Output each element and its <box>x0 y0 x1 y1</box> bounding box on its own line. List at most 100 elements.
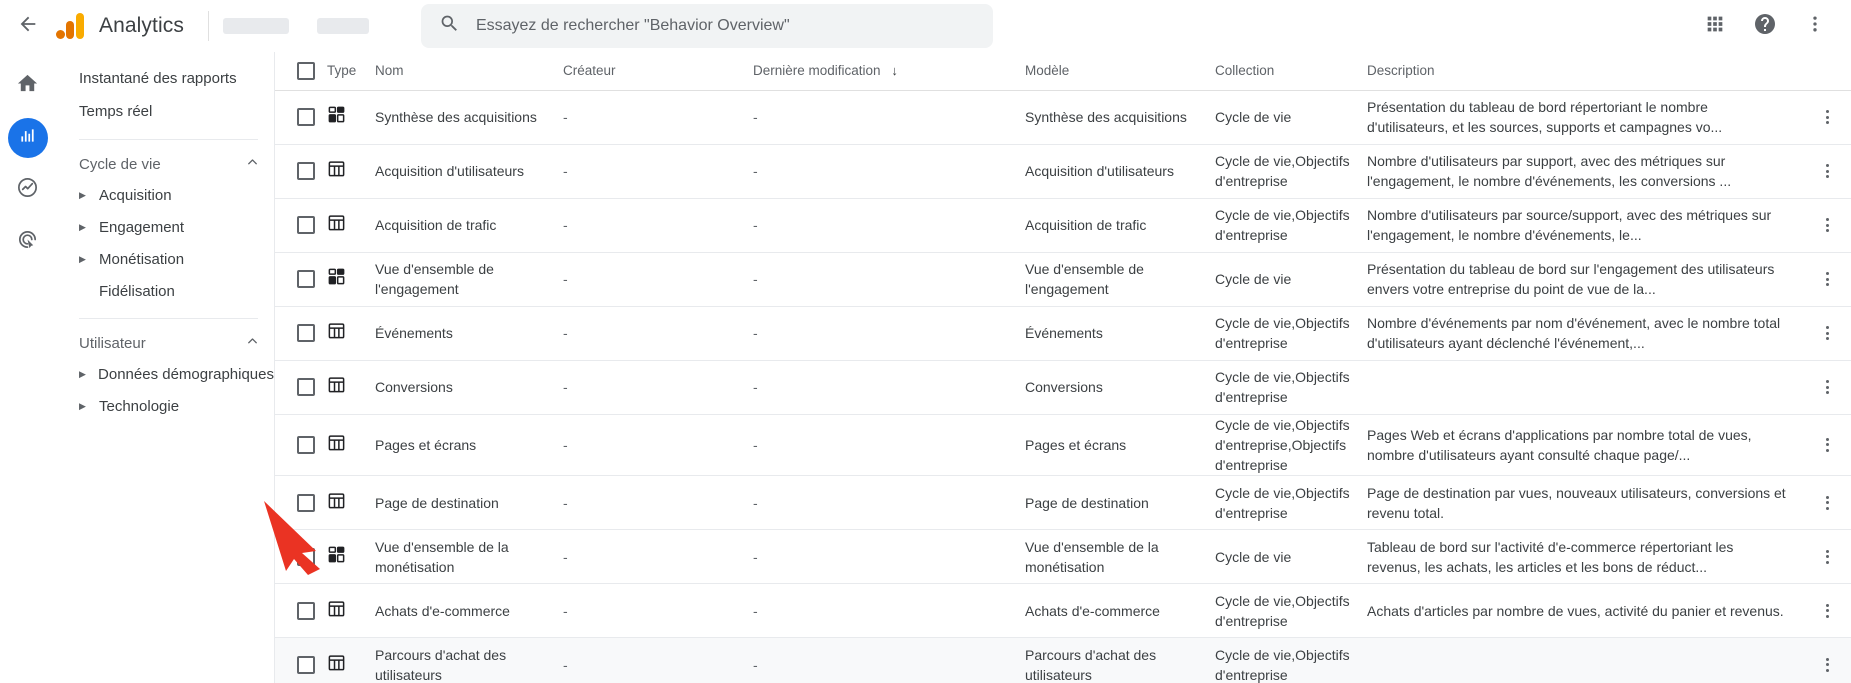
row-name-cell[interactable]: Acquisition de trafic <box>375 198 563 253</box>
row-name-cell[interactable]: Page de destination <box>375 475 563 531</box>
search-input[interactable] <box>475 17 975 35</box>
row-menu-button[interactable] <box>1811 429 1843 461</box>
row-menu-button[interactable] <box>1811 541 1843 573</box>
sidebar-item-fidelisation[interactable]: Fidélisation <box>56 275 274 307</box>
column-type[interactable]: Type <box>327 52 375 91</box>
row-collection-cell: Cycle de vie,Objectifs d'entreprise <box>1215 475 1367 531</box>
sidebar-item-acquisition[interactable]: ▶ Acquisition <box>56 179 274 211</box>
bar-chart-icon <box>17 125 38 151</box>
table-row[interactable]: Vue d'ensemble de la monétisation - - Vue d… <box>275 529 1851 585</box>
row-name-cell[interactable]: Conversions <box>375 360 563 415</box>
report-name: Acquisition d'utilisateurs <box>375 162 524 179</box>
row-checkbox[interactable] <box>297 435 315 454</box>
sidebar-item-engagement[interactable]: ▶ Engagement <box>56 211 274 243</box>
row-name-cell[interactable]: Synthèse des acquisitions <box>375 90 563 145</box>
report-creator: - <box>563 436 568 453</box>
property-name-redacted[interactable] <box>316 18 369 34</box>
row-description-cell: Page de destination par vues, nouveaux u… <box>1367 475 1803 531</box>
table-row[interactable]: Événements - - Événements Cycle de vie,Objec… <box>275 306 1851 361</box>
explore-icon <box>16 176 39 204</box>
row-menu-button[interactable] <box>1811 371 1843 403</box>
report-description: Nombre d'événements par nom d'événement,… <box>1367 314 1781 351</box>
row-checkbox[interactable] <box>297 655 315 674</box>
apps-grid-button[interactable] <box>1693 4 1737 48</box>
row-checkbox[interactable] <box>297 601 315 620</box>
row-collection-cell: Cycle de vie <box>1215 252 1367 307</box>
column-name[interactable]: Nom <box>375 52 563 91</box>
row-menu-button[interactable] <box>1811 155 1843 187</box>
table-row[interactable]: Pages et écrans - - Pages et écrans Cycle de… <box>275 414 1851 477</box>
row-creator-cell: - <box>563 583 753 639</box>
row-name-cell[interactable]: Parcours d'achat des utilisateurs <box>375 637 563 683</box>
row-checkbox[interactable] <box>297 216 315 234</box>
row-collection-cell: Cycle de vie,Objectifs d'entreprise <box>1215 583 1367 639</box>
column-collection[interactable]: Collection <box>1215 52 1367 91</box>
sidebar-item-donnees-demographiques[interactable]: ▶ Données démographiques <box>56 358 274 390</box>
column-creator[interactable]: Créateur <box>563 52 753 91</box>
back-button[interactable] <box>0 13 56 40</box>
table-row[interactable]: Page de destination - - Page de destination… <box>275 475 1851 531</box>
row-checkbox[interactable] <box>297 547 315 566</box>
row-collection-cell: Cycle de vie,Objectifs d'entreprise <box>1215 306 1367 361</box>
row-checkbox[interactable] <box>297 270 315 288</box>
table-row[interactable]: Acquisition d'utilisateurs - - Acquisition … <box>275 144 1851 199</box>
sidebar-item-monetisation[interactable]: ▶ Monétisation <box>56 243 274 275</box>
column-description[interactable]: Description <box>1367 52 1803 91</box>
table-row[interactable]: Conversions - - Conversions Cycle de vie,Obj… <box>275 360 1851 415</box>
sidebar-divider <box>79 139 258 140</box>
row-checkbox[interactable] <box>297 493 315 512</box>
analytics-reports-library: Analytics Essayez de rechercher "Behavio… <box>0 0 1851 683</box>
help-button[interactable] <box>1743 4 1787 48</box>
sidebar-group-cycle-de-vie[interactable]: Cycle de vie <box>56 149 274 179</box>
row-name-cell[interactable]: Acquisition d'utilisateurs <box>375 144 563 199</box>
row-type-cell <box>327 144 375 199</box>
sidebar-item-temps-reel[interactable]: Temps réel <box>56 95 274 128</box>
row-checkbox[interactable] <box>297 108 315 126</box>
rail-item-explore[interactable] <box>8 170 48 210</box>
table-row[interactable]: Vue d'ensemble de l'engagement - - Vue d'en… <box>275 252 1851 307</box>
row-menu-button[interactable] <box>1811 487 1843 519</box>
row-checkbox[interactable] <box>297 378 315 396</box>
sidebar-item-technologie[interactable]: ▶ Technologie <box>56 390 274 422</box>
row-name-cell[interactable]: Vue d'ensemble de l'engagement <box>375 252 563 307</box>
row-menu-button[interactable] <box>1811 649 1843 681</box>
rail-item-home[interactable] <box>8 66 48 106</box>
table-row[interactable]: Parcours d'achat des utilisateurs - - Parco… <box>275 637 1851 683</box>
row-menu-button[interactable] <box>1811 263 1843 295</box>
rail-item-reports[interactable] <box>7 118 48 158</box>
sidebar-item-instantane-des-rapports[interactable]: Instantané des rapports <box>56 62 274 95</box>
rail-item-advertising[interactable] <box>8 222 48 262</box>
row-name-cell[interactable]: Pages et écrans <box>375 414 563 477</box>
sidebar-group-utilisateur[interactable]: Utilisateur <box>56 328 274 358</box>
row-menu-button[interactable] <box>1811 101 1843 133</box>
row-menu-button[interactable] <box>1811 209 1843 241</box>
brand[interactable]: Analytics <box>56 13 202 39</box>
row-menu-button[interactable] <box>1811 317 1843 349</box>
more-options-button[interactable] <box>1793 4 1837 48</box>
report-name: Pages et écrans <box>375 436 477 453</box>
row-checkbox[interactable] <box>297 324 315 342</box>
column-model[interactable]: Modèle <box>1025 52 1215 91</box>
dashboard-icon <box>327 267 375 291</box>
row-name-cell[interactable]: Vue d'ensemble de la monétisation <box>375 529 563 585</box>
row-select-cell <box>275 529 327 585</box>
table-icon <box>327 599 375 623</box>
row-checkbox[interactable] <box>297 162 315 180</box>
column-last-modified[interactable]: Dernière modification ↓ <box>753 52 1025 91</box>
table-row[interactable]: Acquisition de trafic - - Acquisition de tr… <box>275 198 1851 253</box>
row-menu-button[interactable] <box>1811 595 1843 627</box>
row-select-cell <box>275 637 327 683</box>
search-box[interactable] <box>420 4 993 48</box>
row-collection-cell: Cycle de vie <box>1215 90 1367 145</box>
account-name-redacted[interactable] <box>222 18 289 34</box>
select-all-checkbox[interactable] <box>297 61 315 80</box>
sidebar-item-label: Engagement <box>99 218 185 236</box>
report-model: Synthèse des acquisitions <box>1025 108 1187 125</box>
row-creator-cell: - <box>563 475 753 531</box>
row-name-cell[interactable]: Achats d'e-commerce <box>375 583 563 639</box>
column-select-all <box>275 52 327 91</box>
row-name-cell[interactable]: Événements <box>375 306 563 361</box>
report-description: Achats d'articles par nombre de vues, ac… <box>1367 602 1784 619</box>
table-row[interactable]: Achats d'e-commerce - - Achats d'e-commerce… <box>275 583 1851 639</box>
table-row[interactable]: Synthèse des acquisitions - - Synthèse des … <box>275 90 1851 145</box>
